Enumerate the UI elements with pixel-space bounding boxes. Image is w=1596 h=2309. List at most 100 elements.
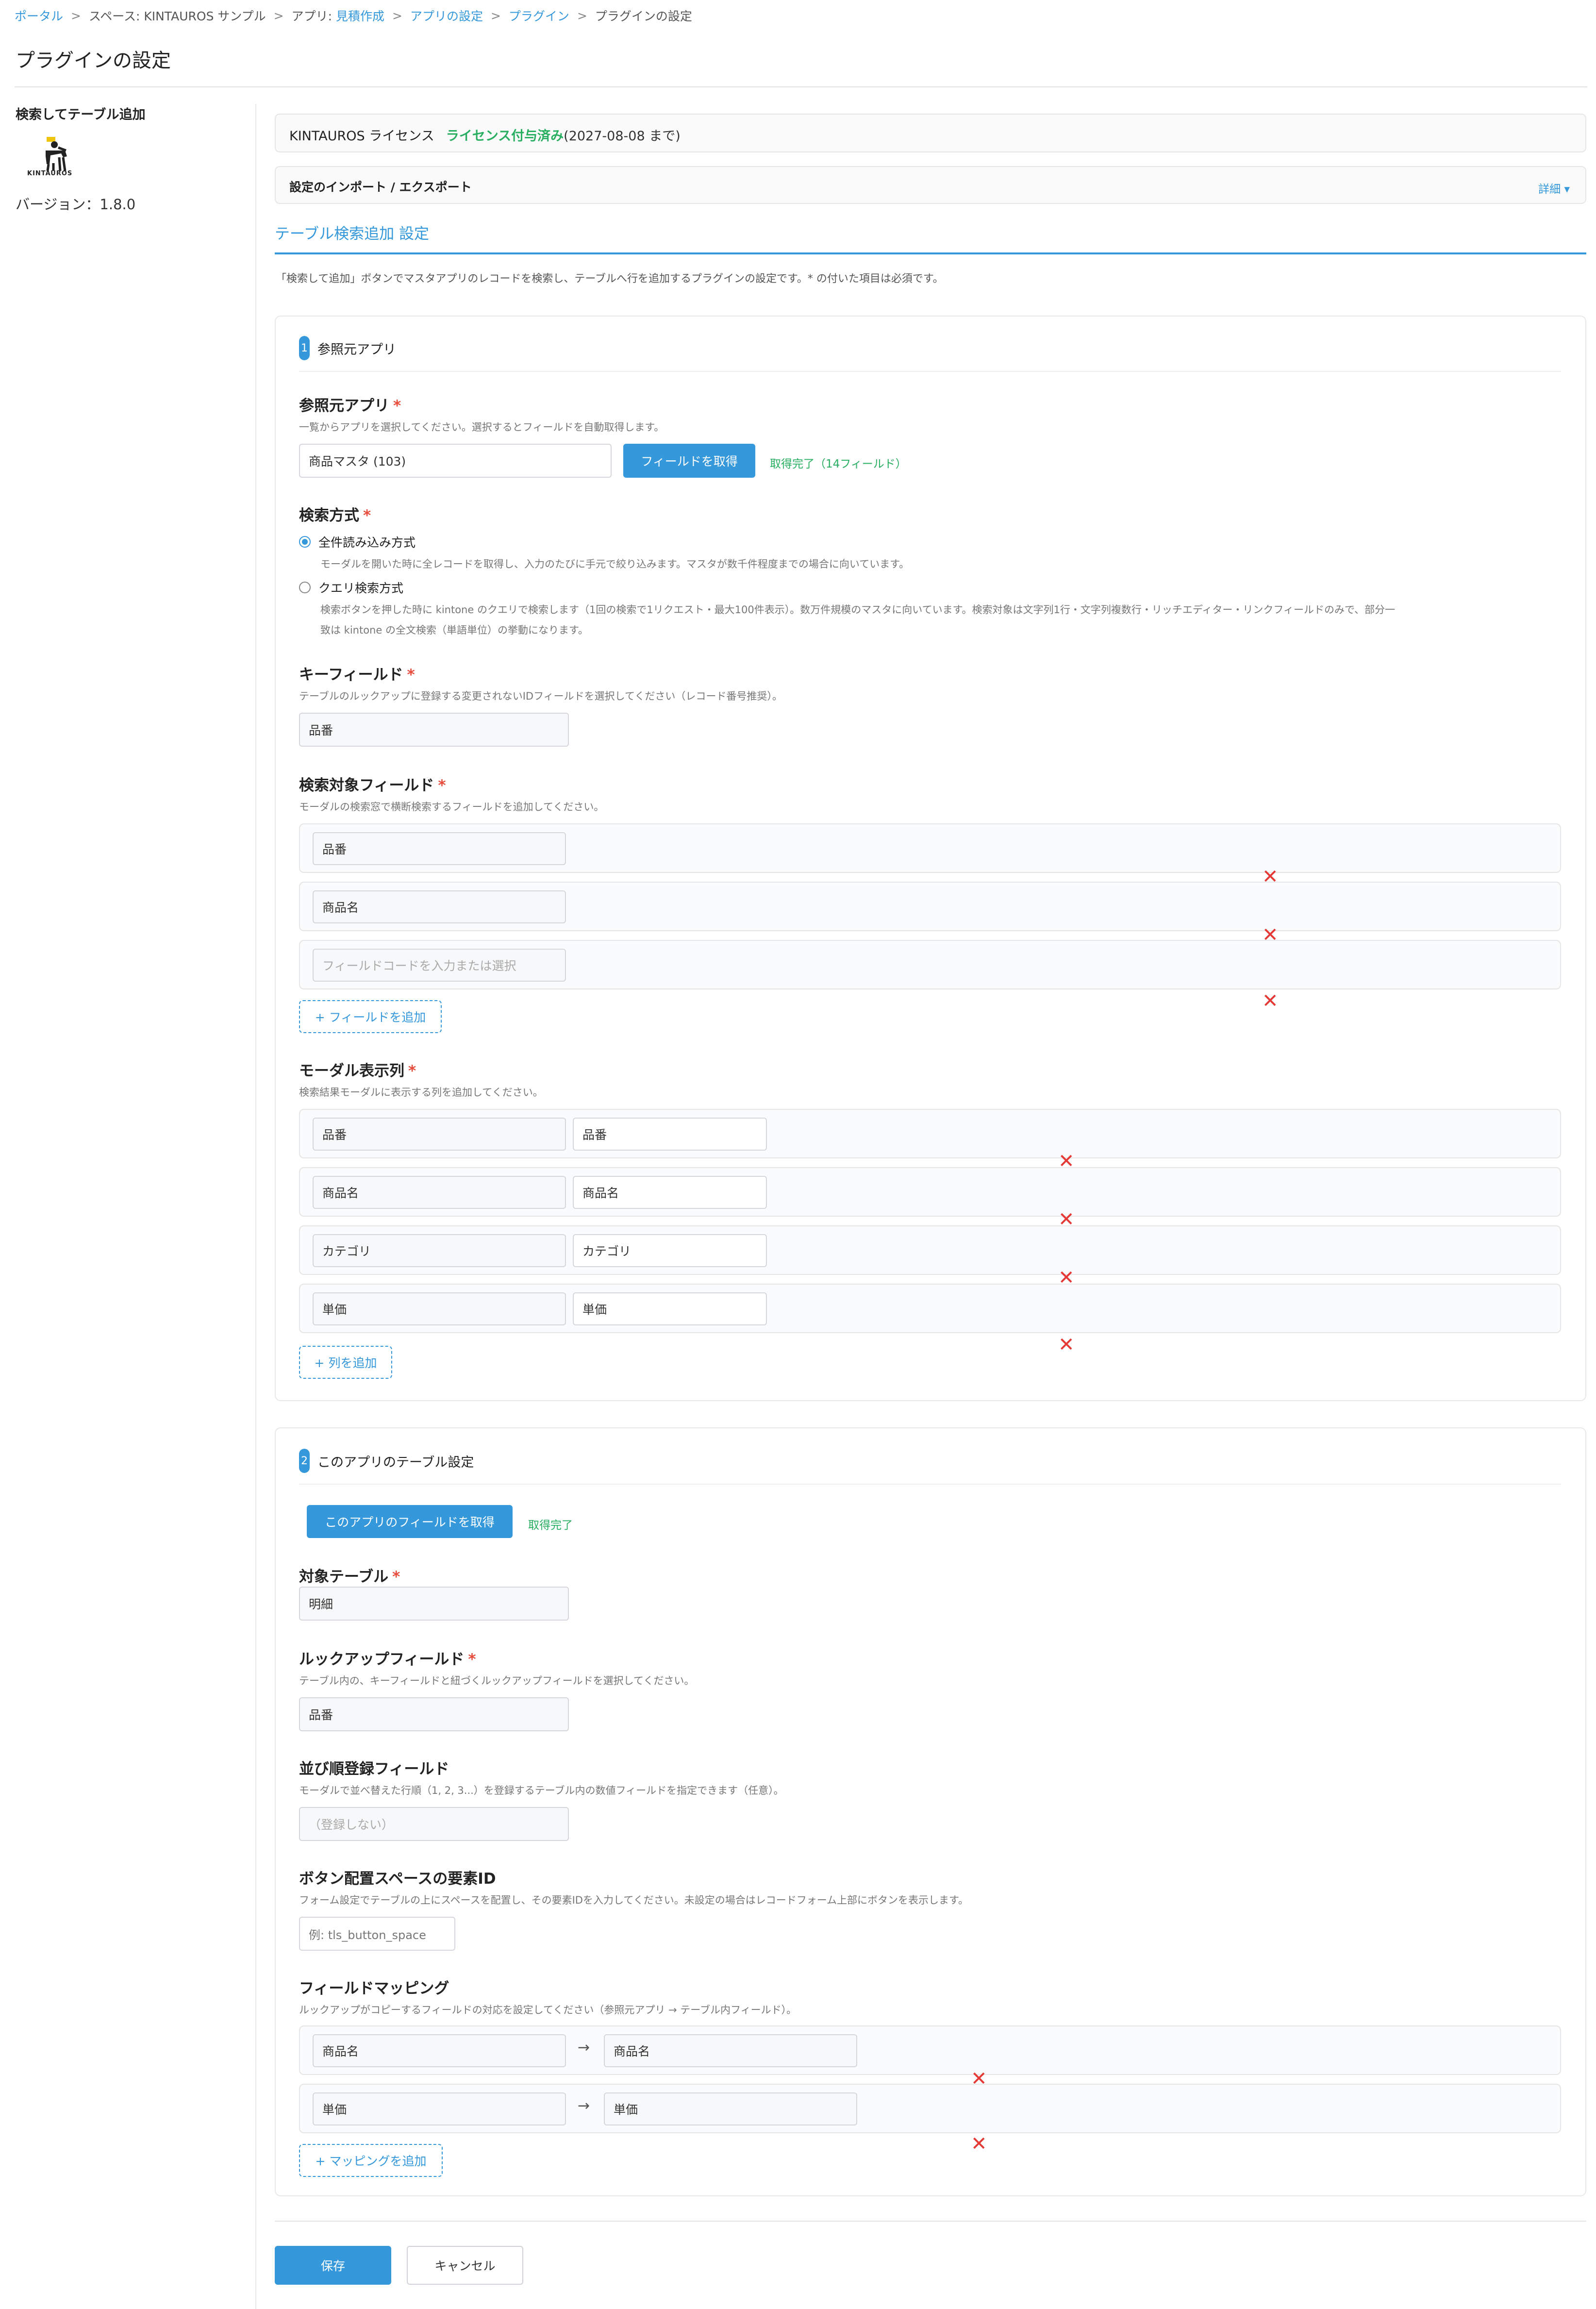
footer-divider [275,2221,1586,2222]
search-field-row: 品番 [299,823,1561,873]
save-button[interactable]: 保存 [275,2246,391,2285]
breadcrumb-portal[interactable]: ポータル [15,7,63,24]
sort-field-help: モーダルで並べ替えた行順（1, 2, 3...）を登録するテーブル内の数値フィー… [299,1785,784,1796]
field-mapping-label: フィールドマッピング [299,1980,449,1997]
modal-column-row: 品番 品番 [299,1109,1561,1158]
plugin-logo: KINTAUROS [27,134,80,183]
modal-column-field[interactable]: 品番 [313,1118,566,1151]
detail-toggle[interactable]: 詳細 ▾ [1538,180,1570,196]
section-title-underline [275,252,1586,254]
radio-full-load-label[interactable]: 全件読み込み方式 [318,533,416,551]
lookup-field-label-text: ルックアップフィールド [299,1651,465,1668]
modal-column-field[interactable]: 単価 [313,1292,566,1325]
breadcrumb-app: アプリ: 見積作成 [292,7,384,24]
breadcrumb-space[interactable]: スペース: KINTAUROS サンプル [89,7,266,24]
search-field-input[interactable]: フィールドコードを入力または選択 [313,949,566,982]
add-column-button[interactable]: + 列を追加 [299,1346,392,1379]
remove-row-icon[interactable]: ✕ [1262,991,1279,1011]
mapping-target-select[interactable]: 単価 [604,2092,857,2125]
target-table-label: 対象テーブル * [299,1564,400,1586]
cancel-button[interactable]: キャンセル [407,2246,523,2285]
import-export-title: 設定のインポート / エクスポート [289,180,472,194]
breadcrumb-separator: > [392,8,402,23]
remove-row-icon[interactable]: ✕ [971,2134,987,2154]
source-app-select[interactable]: 商品マスタ (103) [299,444,612,478]
radio-query-search[interactable] [299,582,311,593]
search-fields-label-text: 検索対象フィールド [299,777,434,794]
search-field-select[interactable]: 商品名 [313,890,566,923]
required-mark: * [363,507,371,524]
import-export-panel[interactable]: 設定のインポート / エクスポート 詳細 ▾ [275,166,1586,204]
modal-columns-label: モーダル表示列 * [299,1058,416,1080]
license-title: KINTAUROS ライセンス [289,129,434,144]
logo-text: KINTAUROS [27,170,73,177]
key-field-select[interactable]: 品番 [299,713,569,747]
page-title: プラグインの設定 [16,50,171,72]
breadcrumb-separator: > [273,8,284,23]
target-table-select[interactable]: 明細 [299,1587,569,1621]
section-title: テーブル検索追加 設定 [275,225,429,243]
radio-query-search-label[interactable]: クエリ検索方式 [318,579,403,596]
search-field-row: フィールドコードを入力または選択 [299,940,1561,989]
sort-field-select[interactable]: （登録しない） [299,1807,569,1841]
mapping-source-select[interactable]: 商品名 [313,2034,566,2067]
modal-column-field[interactable]: カテゴリ [313,1234,566,1267]
step1-divider [299,371,1561,372]
mapping-target-select[interactable]: 商品名 [604,2034,857,2067]
license-expiry: (2027-08-08 まで) [564,129,681,144]
fetch-this-app-fields-button[interactable]: このアプリのフィールドを取得 [307,1505,513,1538]
breadcrumb-plugins[interactable]: プラグイン [509,7,569,24]
target-table-label-text: 対象テーブル [299,1568,389,1586]
required-mark: * [468,1651,476,1668]
breadcrumb-app-settings[interactable]: アプリの設定 [410,7,483,24]
modal-column-field[interactable]: 商品名 [313,1176,566,1209]
license-info: KINTAUROS ライセンス ライセンス付与済み (2027-08-08 まで… [289,125,681,144]
step2-title: このアプリのテーブル設定 [317,1455,474,1470]
breadcrumb-app-prefix: アプリ: [291,9,336,23]
modal-column-label-input[interactable]: 商品名 [573,1176,767,1209]
step1-badge: 1 [299,336,310,360]
modal-column-label-input[interactable]: 品番 [573,1118,767,1151]
search-field-select[interactable]: 品番 [313,832,566,865]
remove-row-icon[interactable]: ✕ [1058,1335,1075,1355]
license-panel: KINTAUROS ライセンス ライセンス付与済み (2027-08-08 まで… [275,114,1586,152]
search-method-label: 検索方式 * [299,503,371,525]
radio-query-search-desc-2: 致は kintone の全文検索（単語単位）の挙動になります。 [320,624,588,636]
fetch-status: 取得完了（14フィールド） [770,458,907,470]
radio-full-load-desc: モーダルを開いた時に全レコードを取得し、入力のたびに手元で絞り込みます。マスタが… [320,558,910,570]
breadcrumb-space-label: スペース: KINTAUROS サンプル [88,9,266,23]
mapping-arrow-icon: → [578,2039,590,2056]
radio-full-load[interactable] [299,536,311,548]
add-mapping-button[interactable]: + マッピングを追加 [299,2144,443,2177]
breadcrumb-separator: > [490,8,501,23]
add-search-field-button[interactable]: + フィールドを追加 [299,1000,442,1033]
field-mapping-help: ルックアップがコピーするフィールドの対応を設定してください（参照元アプリ → テ… [299,2004,797,2016]
lookup-field-select[interactable]: 品番 [299,1697,569,1731]
source-app-label: 参照元アプリ * [299,393,401,415]
mapping-source-select[interactable]: 単価 [313,2092,566,2125]
modal-columns-help: 検索結果モーダルに表示する列を追加してください。 [299,1087,543,1098]
search-fields-help: モーダルの検索窓で横断検索するフィールドを追加してください。 [299,801,604,813]
space-id-input[interactable]: 例: tls_button_space [299,1917,455,1951]
source-app-label-text: 参照元アプリ [299,397,389,415]
plugin-version: バージョン：1.8.0 [16,196,136,213]
section-description: 「検索して追加」ボタンでマスタアプリのレコードを検索し、テーブルへ行を追加するプ… [276,273,944,285]
key-field-label-text: キーフィールド [299,666,403,684]
this-app-fetch-status: 取得完了 [528,1519,573,1532]
license-status: ライセンス付与済み [446,129,564,144]
space-id-label: ボタン配置スペースの要素ID [299,1870,496,1888]
required-mark: * [393,397,401,415]
modal-column-label-input[interactable]: 単価 [573,1292,767,1325]
breadcrumb-app-link[interactable]: 見積作成 [336,9,384,23]
fetch-fields-button[interactable]: フィールドを取得 [623,444,755,478]
mapping-row: 商品名 → 商品名 [299,2025,1561,2075]
sort-field-label: 並び順登録フィールド [299,1760,449,1778]
key-field-label: キーフィールド * [299,662,415,684]
modal-column-row: 商品名 商品名 [299,1167,1561,1217]
step1-title: 参照元アプリ [317,342,396,357]
radio-query-search-desc-1: 検索ボタンを押した時に kintone のクエリで検索します（1回の検索で1リク… [320,604,1396,616]
search-method-label-text: 検索方式 [299,507,359,524]
modal-column-label-input[interactable]: カテゴリ [573,1234,767,1267]
sidebar-plugin-name: 検索してテーブル追加 [16,107,146,122]
space-id-help: フォーム設定でテーブルの上にスペースを配置し、その要素IDを入力してください。未… [299,1894,968,1906]
